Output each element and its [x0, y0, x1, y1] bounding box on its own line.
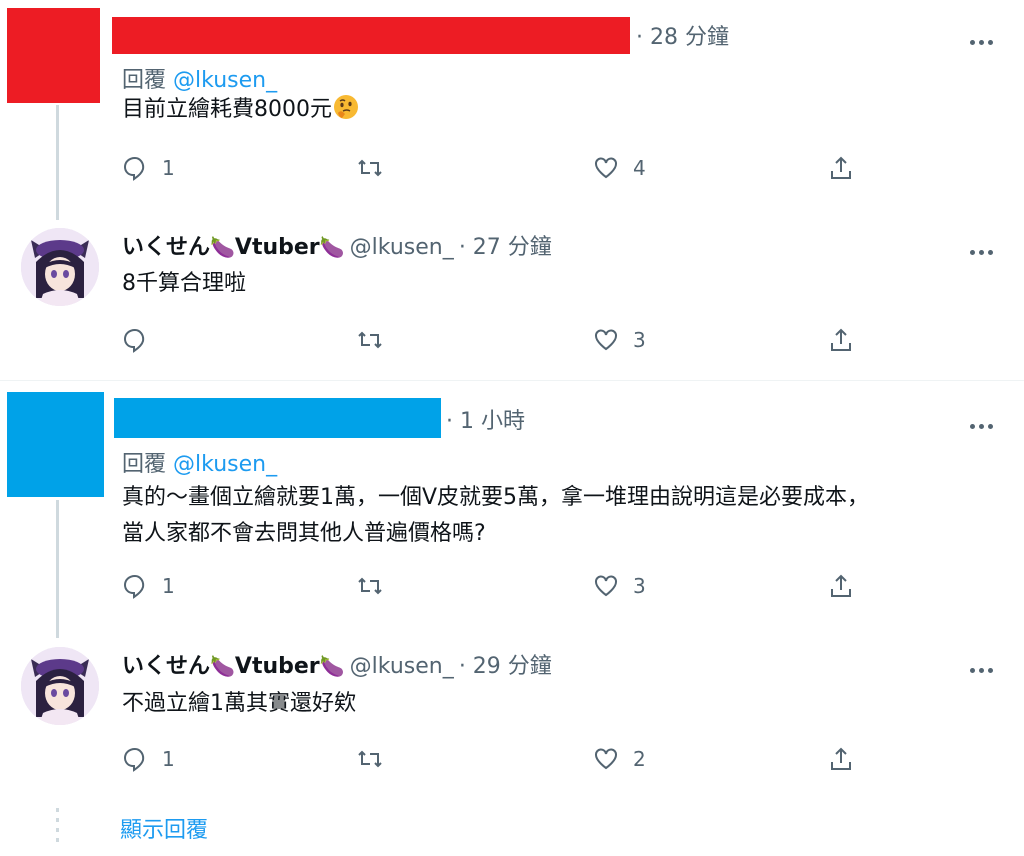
retweet-button[interactable]: [357, 573, 397, 599]
replying-to-label: 回覆: [122, 68, 167, 93]
thread-divider: [0, 380, 1024, 381]
like-button[interactable]: 3: [593, 327, 646, 353]
display-name[interactable]: いくせん🍆Vtuber🍆: [122, 235, 345, 260]
retweet-button[interactable]: [357, 327, 397, 353]
reply-button[interactable]: 1: [122, 155, 175, 181]
redacted-username: [112, 17, 630, 54]
tweet-header: いくせん🍆Vtuber🍆 @lkusen_ · 27 分鐘: [122, 229, 552, 261]
reply-button[interactable]: 1: [122, 746, 175, 772]
retweet-button[interactable]: [357, 155, 397, 181]
eggplant-icon: 🍆: [319, 654, 345, 678]
vtuber-avatar-icon: [21, 647, 99, 725]
vtuber-avatar-icon: [21, 228, 99, 306]
redacted-avatar: [7, 392, 104, 497]
tweet-text-line: 真的～畫個立繪就要1萬，一個V皮就要5萬，拿一堆理由說明這是必要成本，: [122, 485, 870, 510]
like-count: 3: [633, 328, 646, 352]
replying-to: 回覆 @lkusen_: [122, 446, 277, 478]
tweet-text: 真的～畫個立繪就要1萬，一個V皮就要5萬，拿一堆理由說明這是必要成本， 當人家都…: [122, 480, 1002, 552]
reply-count: 1: [162, 747, 175, 771]
reply-count: 1: [162, 574, 175, 598]
display-name-part: いくせん: [122, 235, 211, 260]
reply-button[interactable]: [122, 327, 162, 353]
like-count: 2: [633, 747, 646, 771]
reply-icon: [123, 747, 145, 772]
tweet-text: 目前立繪耗費8000元: [122, 92, 360, 128]
more-options-icon[interactable]: [970, 414, 1002, 429]
share-icon: [831, 328, 851, 351]
like-button[interactable]: 3: [593, 573, 646, 599]
tweet-timestamp[interactable]: · 29 分鐘: [459, 654, 552, 679]
thread-connector: [56, 500, 59, 638]
retweet-icon: [358, 159, 382, 177]
more-options-icon[interactable]: [970, 240, 1002, 255]
display-name-part: いくせん: [122, 654, 211, 679]
reply-icon: [123, 574, 145, 599]
eggplant-icon: 🍆: [210, 235, 235, 259]
thread-connector: [56, 105, 59, 220]
reply-count: 1: [162, 156, 175, 180]
replying-to-label: 回覆: [122, 452, 167, 477]
thinking-face-icon: [334, 95, 358, 119]
display-name-part: Vtuber: [234, 235, 320, 260]
avatar[interactable]: [21, 228, 99, 306]
heart-icon: [595, 575, 617, 597]
like-button[interactable]: 2: [593, 746, 646, 772]
like-count: 4: [633, 156, 646, 180]
replying-to: 回覆 @lkusen_: [122, 62, 277, 94]
display-name[interactable]: いくせん🍆Vtuber🍆: [122, 654, 345, 679]
share-icon: [831, 156, 851, 179]
heart-icon: [595, 329, 617, 351]
like-count: 3: [633, 574, 646, 598]
like-button[interactable]: 4: [593, 155, 646, 181]
more-replies-dots: [56, 808, 59, 848]
avatar[interactable]: [21, 647, 99, 725]
retweet-button[interactable]: [357, 746, 397, 772]
share-icon: [831, 747, 851, 770]
heart-icon: [595, 157, 617, 179]
eggplant-icon: 🍆: [319, 235, 345, 259]
share-button[interactable]: [828, 327, 854, 353]
redacted-avatar: [7, 8, 100, 103]
share-icon: [831, 574, 851, 597]
retweet-icon: [358, 577, 382, 595]
reply-icon: [123, 328, 145, 353]
redacted-username: [114, 398, 441, 438]
share-button[interactable]: [828, 155, 854, 181]
more-options-icon[interactable]: [970, 30, 1002, 45]
heart-icon: [595, 748, 617, 770]
reply-button[interactable]: 1: [122, 573, 175, 599]
handle[interactable]: @lkusen_: [350, 654, 454, 679]
share-button[interactable]: [828, 573, 854, 599]
handle[interactable]: @lkusen_: [350, 235, 454, 260]
tweet-text: 不過立繪1萬其實還好欸: [122, 691, 356, 716]
show-replies-link[interactable]: 顯示回覆: [120, 812, 208, 844]
tweet-text-content: 目前立繪耗費8000元: [122, 97, 332, 122]
eggplant-icon: 🍆: [210, 654, 235, 678]
retweet-icon: [358, 331, 382, 349]
tweet-timestamp[interactable]: · 1 小時: [446, 403, 525, 435]
tweet-text: 8千算合理啦: [122, 271, 246, 296]
tweet-header: いくせん🍆Vtuber🍆 @lkusen_ · 29 分鐘: [122, 648, 552, 680]
tweet-timestamp[interactable]: · 28 分鐘: [636, 19, 729, 51]
reply-icon: [123, 156, 145, 181]
display-name-part: Vtuber: [234, 654, 320, 679]
replying-to-mention[interactable]: @lkusen_: [173, 452, 277, 477]
more-options-icon[interactable]: [970, 658, 1002, 673]
tweet-text-line: 當人家都不會去問其他人普遍價格嗎?: [122, 521, 486, 546]
retweet-icon: [358, 750, 382, 768]
tweet-timestamp[interactable]: · 27 分鐘: [459, 235, 552, 260]
replying-to-mention[interactable]: @lkusen_: [173, 68, 277, 93]
share-button[interactable]: [828, 746, 854, 772]
